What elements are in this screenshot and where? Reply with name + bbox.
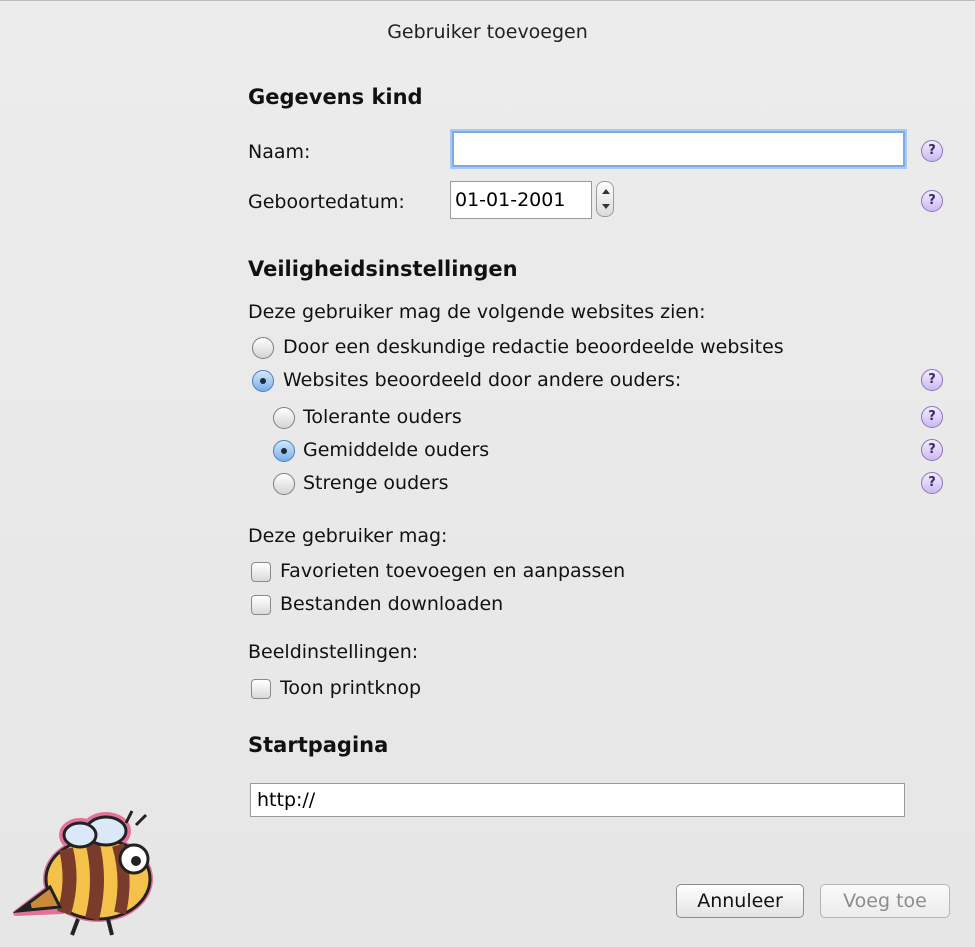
radio-average-parents[interactable] — [273, 440, 295, 462]
help-icon[interactable]: ? — [921, 140, 943, 162]
checkbox-favorites-label[interactable]: Favorieten toevoegen en aanpassen — [280, 560, 625, 582]
birthdate-label: Geboortedatum: — [248, 191, 405, 213]
checkbox-print-button-label[interactable]: Toon printknop — [280, 677, 421, 699]
security-heading: Veiligheidsinstellingen — [248, 257, 518, 281]
help-icon[interactable]: ? — [921, 190, 943, 212]
help-icon[interactable]: ? — [921, 472, 943, 494]
permissions-intro-label: Deze gebruiker mag: — [248, 525, 448, 547]
stepper-down-icon[interactable] — [602, 204, 610, 209]
birthdate-field[interactable] — [450, 181, 592, 219]
startpage-input[interactable] — [250, 783, 905, 817]
startpage-heading: Startpagina — [248, 733, 389, 757]
checkbox-favorites[interactable] — [251, 562, 271, 582]
add-user-dialog: Gebruiker toevoegen Gegevens kind Naam: … — [0, 0, 975, 947]
radio-strict-parents[interactable] — [273, 473, 295, 495]
checkbox-print-button[interactable] — [251, 679, 271, 699]
stepper-up-icon[interactable] — [602, 189, 610, 194]
radio-strict-parents-label[interactable]: Strenge ouders — [303, 472, 449, 494]
radio-tolerant-parents-label[interactable]: Tolerante ouders — [303, 406, 462, 428]
birthdate-stepper[interactable] — [596, 181, 614, 217]
cancel-button[interactable]: Annuleer — [676, 884, 804, 918]
radio-expert-reviewed[interactable] — [252, 337, 274, 359]
bee-mascot-logo — [12, 810, 153, 936]
radio-average-parents-label[interactable]: Gemiddelde ouders — [303, 439, 489, 461]
child-details-heading: Gegevens kind — [248, 85, 423, 109]
radio-parent-reviewed-label[interactable]: Websites beoordeeld door andere ouders: — [283, 369, 681, 391]
radio-tolerant-parents[interactable] — [273, 407, 295, 429]
help-icon[interactable]: ? — [921, 406, 943, 428]
display-settings-label: Beeldinstellingen: — [248, 641, 419, 663]
radio-expert-reviewed-label[interactable]: Door een deskundige redactie beoordeelde… — [283, 336, 784, 358]
add-button[interactable]: Voeg toe — [820, 884, 950, 918]
name-input[interactable] — [452, 131, 905, 167]
window-title: Gebruiker toevoegen — [387, 21, 588, 43]
radio-parent-reviewed[interactable] — [252, 370, 274, 392]
help-icon[interactable]: ? — [921, 369, 943, 391]
help-icon[interactable]: ? — [921, 439, 943, 461]
checkbox-downloads[interactable] — [251, 595, 271, 615]
websites-intro-label: Deze gebruiker mag de volgende websites … — [248, 301, 706, 323]
checkbox-downloads-label[interactable]: Bestanden downloaden — [280, 593, 503, 615]
name-label: Naam: — [248, 141, 311, 163]
